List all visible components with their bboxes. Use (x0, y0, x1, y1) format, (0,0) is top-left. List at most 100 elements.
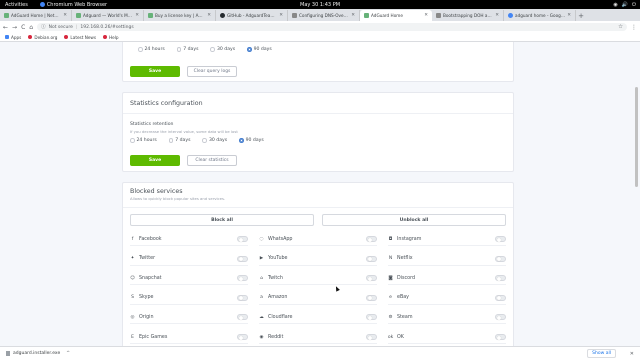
netflix-icon: N (388, 256, 393, 262)
chromium-icon (39, 2, 45, 7)
page-scrollbar[interactable] (635, 87, 638, 187)
radio-circle (130, 138, 135, 143)
block-all-button[interactable]: Block all (130, 214, 314, 226)
download-filename: adguard.installer.exe (13, 351, 61, 356)
radio-7d[interactable]: 7 days (168, 138, 191, 143)
service-toggle[interactable] (237, 334, 248, 340)
service-toggle[interactable] (495, 255, 506, 262)
bookmark-debian[interactable]: Debian.org (28, 35, 57, 40)
bookmark-apps[interactable]: Apps (5, 35, 21, 40)
news-icon (64, 35, 69, 39)
service-toggle[interactable] (495, 334, 506, 340)
system-tray[interactable]: ◉ 🔊 ⏻ (613, 2, 636, 8)
tab-strip: AdGuard Home | Netwo… ✕ Adguard — World's … (0, 9, 640, 21)
service-toggle[interactable] (495, 314, 506, 321)
address-bar[interactable]: ⓘ Not secure | 192.168.0.26/#settings ☆ (37, 23, 627, 31)
browser-tab[interactable]: Buy a license key | Adg… ✕ (144, 10, 216, 21)
reload-icon[interactable]: C (21, 24, 25, 31)
save-query-log-button[interactable]: Save (130, 66, 180, 77)
page-viewport[interactable]: 24 hours 7 days 30 days 90 days Save Cle… (0, 42, 640, 346)
service-toggle[interactable] (237, 294, 248, 301)
radio-7d[interactable]: 7 days (176, 47, 198, 52)
browser-tab[interactable]: Bootstrapping DOH and… ✕ (432, 10, 504, 21)
radio-circle (176, 47, 182, 52)
card-subtitle: Allows to quickly block popular sites an… (130, 196, 226, 201)
service-item: ◎ Origin (130, 311, 248, 325)
browser-tab[interactable]: Adguard — World's Most… ✕ (72, 10, 144, 21)
back-icon[interactable]: ← (3, 24, 8, 31)
service-toggle[interactable] (495, 275, 506, 282)
radio-24h[interactable]: 24 hours (138, 47, 165, 52)
tab-title: adguard home - Google… (515, 13, 566, 18)
radio-30d[interactable]: 30 days (202, 138, 227, 143)
ebay-icon: e (389, 295, 392, 301)
bookmark-star-icon[interactable]: ☆ (618, 24, 623, 30)
close-tab-icon[interactable]: ✕ (351, 13, 355, 18)
system-top-bar: Activities Chromium Web Browser May 30 1… (0, 0, 640, 9)
close-tab-icon[interactable]: ✕ (567, 13, 571, 18)
service-item: f Facebook (130, 233, 248, 246)
close-tab-icon[interactable]: ✕ (279, 13, 283, 18)
service-name: Twitch (268, 275, 283, 281)
service-name: eBay (397, 295, 410, 301)
tab-title: Bootstrapping DOH and… (443, 13, 494, 18)
close-tab-icon[interactable]: ✕ (135, 13, 139, 18)
clear-statistics-button[interactable]: Clear statistics (187, 155, 237, 166)
service-toggle[interactable] (237, 236, 248, 242)
service-toggle[interactable] (237, 275, 248, 282)
epic-games-icon: E (131, 334, 134, 340)
service-toggle[interactable] (366, 275, 377, 282)
close-tab-icon[interactable]: ✕ (207, 13, 211, 18)
service-toggle[interactable] (366, 236, 377, 242)
clear-query-logs-button[interactable]: Clear query logs (187, 66, 237, 77)
app-menu[interactable]: Chromium Web Browser (39, 2, 107, 8)
browser-tab[interactable]: Configuring DNS-Over-H… ✕ (288, 10, 360, 21)
service-toggle[interactable] (366, 255, 377, 262)
close-tab-icon[interactable]: ✕ (495, 13, 499, 18)
show-all-button[interactable]: Show all (587, 349, 616, 358)
menu-icon[interactable]: ⋮ (631, 24, 637, 31)
service-toggle[interactable] (237, 314, 248, 321)
bookmark-latest-news[interactable]: Latest News (64, 35, 96, 40)
forward-icon[interactable]: → (12, 24, 17, 31)
file-icon (6, 351, 10, 356)
chevron-up-icon[interactable]: ^ (66, 351, 70, 356)
activities-button[interactable]: Activities (5, 2, 28, 8)
radio-24h[interactable]: 24 hours (130, 138, 157, 143)
new-tab-button[interactable]: + (576, 10, 586, 21)
browser-tab[interactable]: adguard home - Google… ✕ (504, 10, 576, 21)
divider (123, 113, 513, 114)
service-toggle[interactable] (237, 255, 248, 262)
service-item: ◉ Reddit (259, 331, 377, 344)
service-toggle[interactable] (366, 334, 377, 340)
radio-label: 7 days (175, 138, 191, 143)
unblock-all-button[interactable]: Unblock all (322, 214, 506, 226)
close-icon[interactable]: ✕ (630, 351, 634, 357)
service-toggle[interactable] (495, 236, 506, 242)
radio-90d[interactable]: 90 days (239, 138, 264, 143)
service-toggle[interactable] (366, 294, 377, 301)
home-icon[interactable]: ⌂ (29, 24, 33, 31)
service-item: ✦ Twitter (130, 253, 248, 266)
card-title: Statistics configuration (130, 100, 203, 107)
service-toggle[interactable] (495, 294, 506, 301)
divider (123, 207, 513, 208)
radio-90d[interactable]: 90 days (247, 47, 272, 52)
browser-tab[interactable]: GitHub - AdguardTeam/… ✕ (216, 10, 288, 21)
radio-30d[interactable]: 30 days (210, 47, 235, 52)
service-item: S Skype (130, 292, 248, 305)
stats-retention-radios: 24 hours 7 days 30 days 90 days (130, 138, 264, 143)
discord-icon: ◙ (388, 275, 393, 281)
url-text[interactable]: 192.168.0.26/#settings (80, 25, 133, 30)
bookmark-help[interactable]: Help (103, 35, 119, 40)
save-statistics-button[interactable]: Save (130, 155, 180, 166)
browser-tab[interactable]: AdGuard Home | Netwo… ✕ (0, 10, 72, 21)
service-toggle[interactable] (366, 314, 377, 321)
clock[interactable]: May 30 1:43 PM (300, 2, 340, 8)
download-item[interactable]: adguard.installer.exe ^ (6, 351, 70, 356)
browser-tab[interactable]: AdGuard Home ✕ (360, 10, 432, 21)
info-icon[interactable]: ⓘ (41, 24, 46, 30)
close-tab-icon[interactable]: ✕ (424, 13, 428, 18)
close-tab-icon[interactable]: ✕ (63, 13, 67, 18)
service-name: Skype (139, 295, 154, 301)
